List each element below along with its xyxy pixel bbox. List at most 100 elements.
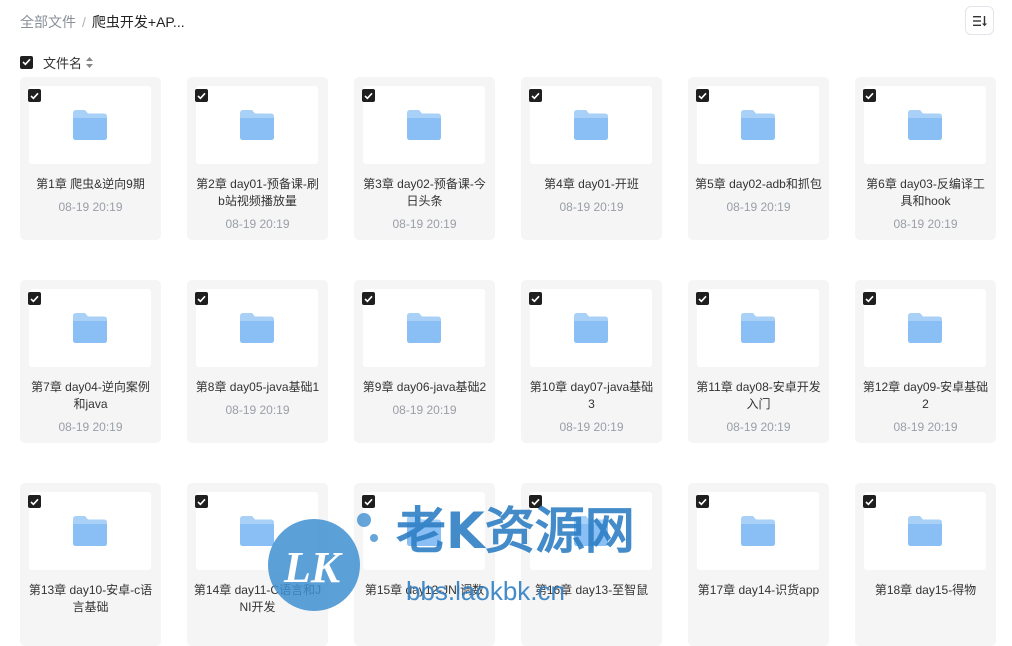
check-icon [865, 498, 874, 505]
check-icon [197, 92, 206, 99]
folder-card[interactable]: 第14章 day11-C语言和JNI开发 [187, 483, 328, 646]
folder-date: 08-19 20:19 [893, 217, 958, 231]
folder-icon [908, 110, 942, 140]
folder-icon [73, 516, 107, 546]
folder-checkbox[interactable] [529, 495, 542, 508]
folder-date: 08-19 20:19 [225, 403, 290, 417]
folder-thumbnail [864, 492, 986, 570]
list-header: 文件名 [20, 53, 94, 72]
folder-thumbnail [530, 492, 652, 570]
folder-thumbnail [697, 86, 819, 164]
folder-thumbnail [29, 492, 151, 570]
check-icon [531, 92, 540, 99]
folder-checkbox[interactable] [696, 89, 709, 102]
folder-card[interactable]: 第12章 day09-安卓基础2 08-19 20:19 [855, 280, 996, 443]
folder-date: 08-19 20:19 [559, 200, 624, 214]
folder-card[interactable]: 第10章 day07-java基础3 08-19 20:19 [521, 280, 662, 443]
check-icon [197, 498, 206, 505]
folder-card[interactable]: 第3章 day02-预备课-今日头条 08-19 20:19 [354, 77, 495, 240]
folder-checkbox[interactable] [28, 89, 41, 102]
folder-icon [741, 516, 775, 546]
folder-thumbnail [363, 86, 485, 164]
folder-date: 08-19 20:19 [559, 420, 624, 434]
folder-name: 第14章 day11-C语言和JNI开发 [193, 583, 322, 614]
folder-name: 第18章 day15-得物 [874, 583, 977, 597]
folder-card[interactable]: 第17章 day14-识货app [688, 483, 829, 646]
folder-checkbox[interactable] [362, 495, 375, 508]
folder-checkbox[interactable] [362, 89, 375, 102]
folder-name: 第1章 爬虫&逆向9期 [36, 177, 145, 191]
folder-icon [908, 313, 942, 343]
check-icon [865, 295, 874, 302]
folder-date: 08-19 20:19 [392, 217, 457, 231]
folder-name: 第15章 day12-JNI调数 [364, 583, 485, 597]
folder-checkbox[interactable] [529, 89, 542, 102]
check-icon [531, 498, 540, 505]
folder-card[interactable]: 第7章 day04-逆向案例和java 08-19 20:19 [20, 280, 161, 443]
check-icon [698, 295, 707, 302]
folder-thumbnail [196, 492, 318, 570]
folder-thumbnail [196, 86, 318, 164]
folder-icon [407, 516, 441, 546]
check-icon [364, 498, 373, 505]
folder-checkbox[interactable] [696, 292, 709, 305]
check-icon [865, 92, 874, 99]
folder-date: 08-19 20:19 [58, 420, 123, 434]
folder-card[interactable]: 第18章 day15-得物 [855, 483, 996, 646]
folder-checkbox[interactable] [195, 89, 208, 102]
folder-card[interactable]: 第9章 day06-java基础2 08-19 20:19 [354, 280, 495, 443]
folder-card[interactable]: 第2章 day01-预备课-刷b站视频播放量 08-19 20:19 [187, 77, 328, 240]
filename-column-header[interactable]: 文件名 [43, 53, 82, 72]
folder-checkbox[interactable] [195, 292, 208, 305]
folder-checkbox[interactable] [28, 495, 41, 508]
folder-icon [741, 110, 775, 140]
breadcrumb-separator: / [82, 14, 86, 30]
folder-checkbox[interactable] [362, 292, 375, 305]
select-all-checkbox[interactable] [20, 55, 33, 69]
folder-thumbnail [530, 289, 652, 367]
folder-thumbnail [697, 492, 819, 570]
breadcrumb: 全部文件 / 爬虫开发+AP... [20, 13, 185, 31]
folder-checkbox[interactable] [195, 495, 208, 508]
folder-card[interactable]: 第16章 day13-至智鼠 [521, 483, 662, 646]
folder-name: 第17章 day14-识货app [697, 583, 820, 597]
sort-arrows-icon[interactable] [86, 56, 94, 68]
folder-date: 08-19 20:19 [58, 200, 123, 214]
check-icon [22, 58, 31, 66]
folder-thumbnail [864, 86, 986, 164]
folder-icon [240, 110, 274, 140]
folder-name: 第2章 day01-预备课-刷b站视频播放量 [196, 177, 319, 208]
folder-thumbnail [29, 289, 151, 367]
check-icon [197, 295, 206, 302]
folder-card[interactable]: 第15章 day12-JNI调数 [354, 483, 495, 646]
folder-thumbnail [29, 86, 151, 164]
folder-checkbox[interactable] [696, 495, 709, 508]
folder-card[interactable]: 第5章 day02-adb和抓包 08-19 20:19 [688, 77, 829, 240]
folder-date: 08-19 20:19 [225, 217, 290, 231]
folder-name: 第8章 day05-java基础1 [195, 380, 320, 394]
check-icon [698, 92, 707, 99]
folder-card[interactable]: 第11章 day08-安卓开发入门 08-19 20:19 [688, 280, 829, 443]
sort-view-button[interactable] [965, 6, 994, 35]
check-icon [364, 92, 373, 99]
folder-checkbox[interactable] [28, 292, 41, 305]
folder-thumbnail [196, 289, 318, 367]
folder-card[interactable]: 第13章 day10-安卓-c语言基础 [20, 483, 161, 646]
folder-card[interactable]: 第6章 day03-反编译工具和hook 08-19 20:19 [855, 77, 996, 240]
folder-icon [574, 110, 608, 140]
folder-date: 08-19 20:19 [726, 420, 791, 434]
folder-name: 第4章 day01-开班 [544, 177, 639, 191]
folder-name: 第12章 day09-安卓基础2 [862, 380, 989, 411]
folder-card[interactable]: 第4章 day01-开班 08-19 20:19 [521, 77, 662, 240]
folder-checkbox[interactable] [863, 89, 876, 102]
folder-card[interactable]: 第1章 爬虫&逆向9期 08-19 20:19 [20, 77, 161, 240]
folder-thumbnail [864, 289, 986, 367]
folder-icon [407, 313, 441, 343]
folder-name: 第6章 day03-反编译工具和hook [866, 177, 985, 208]
breadcrumb-current-folder: 爬虫开发+AP... [91, 14, 185, 30]
breadcrumb-root-link[interactable]: 全部文件 [20, 14, 76, 30]
folder-card[interactable]: 第8章 day05-java基础1 08-19 20:19 [187, 280, 328, 443]
folder-checkbox[interactable] [863, 495, 876, 508]
folder-checkbox[interactable] [863, 292, 876, 305]
folder-checkbox[interactable] [529, 292, 542, 305]
